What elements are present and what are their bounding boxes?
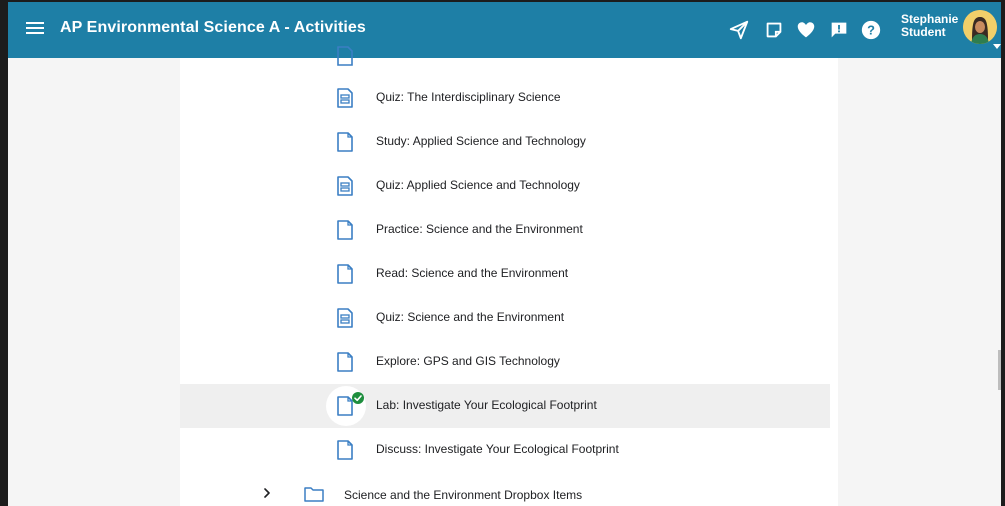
page-icon xyxy=(337,352,353,372)
folder-icon xyxy=(304,487,324,502)
menu-icon[interactable] xyxy=(24,19,46,39)
activity-label: Quiz: Applied Science and Technology xyxy=(376,178,580,192)
list-item[interactable]: Study: Applied Science and Technology xyxy=(180,120,830,164)
user-last-name: Student xyxy=(901,25,946,39)
heart-icon[interactable] xyxy=(795,19,817,41)
quiz-icon xyxy=(337,176,353,196)
scrollbar[interactable] xyxy=(998,350,1001,390)
activity-label: Explore: GPS and GIS Technology xyxy=(376,354,560,368)
feedback-icon[interactable] xyxy=(828,19,850,41)
activity-label: Quiz: Science and the Environment xyxy=(376,310,565,324)
list-item-selected[interactable]: Lab: Investigate Your Ecological Footpri… xyxy=(180,384,830,428)
list-item[interactable]: Quiz: Science and the Environment xyxy=(180,296,830,340)
list-item[interactable]: Quiz: The Interdisciplinary Science xyxy=(180,76,830,120)
check-icon xyxy=(352,392,364,404)
top-app-bar: AP Environmental Science A - Activities … xyxy=(8,0,1001,58)
chevron-down-icon[interactable] xyxy=(993,44,1001,49)
send-icon[interactable] xyxy=(728,19,750,41)
list-item[interactable]: Read: Science and the Environment xyxy=(180,252,830,296)
activity-label: Lab: Investigate Your Ecological Footpri… xyxy=(376,398,597,412)
page-icon xyxy=(337,264,353,284)
list-item[interactable]: Quiz: Applied Science and Technology xyxy=(180,164,830,208)
svg-text:?: ? xyxy=(867,23,875,38)
app-window: AP Environmental Science A - Activities … xyxy=(0,0,1005,506)
sticky-note-icon[interactable] xyxy=(763,19,785,41)
activity-label: Discuss: Investigate Your Ecological Foo… xyxy=(376,442,619,456)
help-icon[interactable]: ? xyxy=(860,19,882,41)
list-item[interactable]: Practice: Science and the Environment xyxy=(180,208,830,252)
quiz-icon xyxy=(337,88,353,108)
list-item[interactable]: Explore: GPS and GIS Technology xyxy=(180,340,830,384)
folder-label: Science and the Environment Dropbox Item… xyxy=(344,488,583,502)
list-item[interactable]: Discuss: Investigate Your Ecological Foo… xyxy=(180,428,830,472)
page-title: AP Environmental Science A - Activities xyxy=(60,19,366,36)
page-icon xyxy=(337,220,353,240)
activity-label: Study: Applied Science and Technology xyxy=(376,134,586,148)
activity-label: Quiz: The Interdisciplinary Science xyxy=(376,90,561,104)
quiz-icon xyxy=(337,308,353,328)
avatar[interactable] xyxy=(963,10,997,44)
page-icon xyxy=(337,440,353,460)
activity-label: Read: Science and the Environment xyxy=(376,266,569,280)
activity-list-panel: Quiz: The Interdisciplinary Science Stud… xyxy=(180,46,838,506)
activity-label: Practice: Science and the Environment xyxy=(376,222,583,236)
page-icon xyxy=(337,132,353,152)
quiz-icon xyxy=(337,46,353,66)
user-name[interactable]: Stephanie Student xyxy=(901,13,961,39)
folder-item[interactable]: Science and the Environment Dropbox Item… xyxy=(180,478,830,506)
chevron-right-icon[interactable] xyxy=(262,488,272,498)
